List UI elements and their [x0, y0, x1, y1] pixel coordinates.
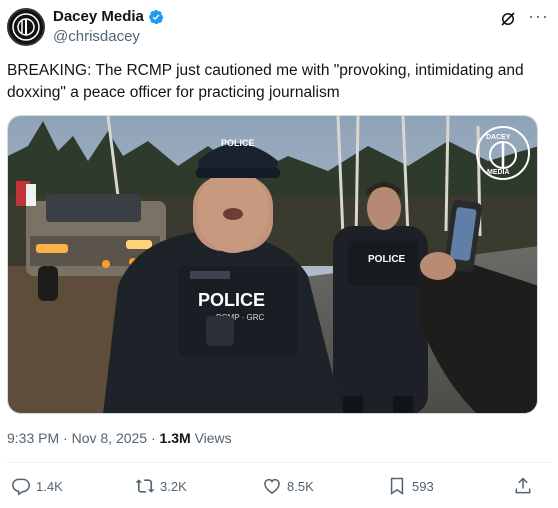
views-count: 1.3M	[159, 430, 191, 446]
views-label: Views	[194, 430, 232, 446]
avatar[interactable]	[7, 8, 45, 46]
reply-icon	[12, 478, 30, 496]
watermark-top-text: DACEY	[486, 134, 511, 141]
tweet-actions: 1.4K 3.2K 8.5K 593	[0, 472, 558, 500]
tweet-text: BREAKING: The RCMP just cautioned me wit…	[7, 62, 524, 101]
share-button[interactable]	[513, 476, 538, 496]
tweet-time[interactable]: 9:33 PM	[7, 430, 59, 446]
officer-vest-label: POLICE	[198, 290, 265, 310]
grok-icon[interactable]	[499, 10, 517, 28]
tweet-media-image[interactable]: POLICE POLICE POLICE RCMP · GRC DACEY ME…	[7, 115, 538, 414]
officer-hat-label: POLICE	[221, 138, 255, 148]
author-display-name[interactable]: Dacey Media	[53, 8, 144, 25]
tweet-meta: 9:33 PM · Nov 8, 2025 · 1.3M Views	[7, 430, 232, 446]
watermark-bottom-text: MEDIA	[487, 169, 510, 176]
bookmark-icon	[390, 477, 404, 495]
reply-count: 1.4K	[36, 478, 63, 494]
meta-separator: ·	[63, 430, 68, 446]
reply-button[interactable]: 1.4K	[11, 476, 63, 496]
like-count: 8.5K	[287, 478, 314, 494]
dacey-logo-icon	[12, 13, 40, 41]
divider	[7, 462, 551, 463]
verified-badge-icon	[149, 9, 164, 24]
like-button[interactable]: 8.5K	[262, 476, 314, 496]
tweet-header: Dacey Media @chrisdacey ···	[7, 6, 551, 46]
share-icon	[515, 477, 531, 494]
bookmark-count: 593	[412, 478, 434, 494]
heart-icon	[264, 478, 280, 494]
tweet: Dacey Media @chrisdacey ··· BREAKING: Th…	[0, 0, 558, 508]
right-officer-vest-label: POLICE	[368, 254, 406, 265]
author-handle[interactable]: @chrisdacey	[53, 28, 140, 45]
more-options-icon[interactable]: ···	[528, 6, 549, 27]
repost-button[interactable]: 3.2K	[135, 476, 187, 496]
repost-count: 3.2K	[160, 478, 187, 494]
meta-separator: ·	[150, 430, 156, 446]
tweet-date[interactable]: Nov 8, 2025	[72, 430, 148, 446]
repost-icon	[135, 479, 155, 493]
bookmark-button[interactable]: 593	[387, 476, 434, 496]
